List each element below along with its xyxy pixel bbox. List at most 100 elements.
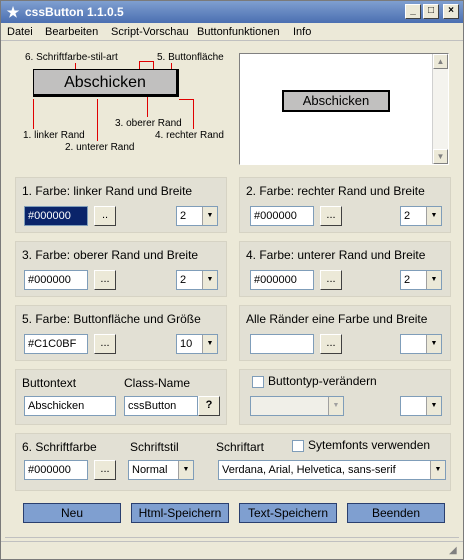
font-color-picker-button[interactable]: ... [94,460,116,480]
system-fonts-label: Sytemfonts verwenden [308,438,431,452]
select-value: 10 [180,338,193,350]
menu-bearbeiten[interactable]: Bearbeiten [45,26,98,38]
top-border-color-field[interactable]: #000000 [24,270,88,290]
pointer-line [147,97,148,117]
select-value: 2 [180,274,187,286]
panel-title: 5. Farbe: Buttonfläche und Größe [22,312,201,326]
panel-left-border: 1. Farbe: linker Rand und Breite #000000… [15,177,227,233]
top-border-color-picker-button[interactable]: ... [94,270,116,290]
new-button[interactable]: Neu [23,503,121,523]
select-value: Verdana, Arial, Helvetica, sans-serif [222,464,396,476]
maximize-button[interactable]: □ [423,4,439,19]
label-right-border: 4. rechter Rand [155,130,224,141]
status-bar: ◢ [1,541,463,559]
chevron-down-icon[interactable]: ▼ [430,461,445,479]
font-color-title: 6. Schriftfarbe [22,440,97,454]
bottom-border-color-field[interactable]: #000000 [250,270,314,290]
chevron-down-icon[interactable]: ▼ [202,207,217,225]
menu-bar: Datei Bearbeiten Script-Vorschau Buttonf… [1,23,463,41]
label-bottom-border: 2. unterer Rand [65,142,135,153]
close-button[interactable]: × [443,4,459,19]
divider [5,537,459,538]
font-family-title: Schriftart [216,440,265,454]
star-icon: ★ [6,4,20,20]
panel-font: 6. Schriftfarbe Schriftstil Schriftart S… [15,433,451,491]
label-button-face: 5. Buttonfläche [157,52,224,63]
bottom-border-width-select[interactable]: 2 ▼ [400,270,442,290]
left-border-color-field[interactable]: #000000 [24,206,88,226]
menu-buttonfunktionen[interactable]: Buttonfunktionen [197,26,280,38]
panel-title: Alle Ränder eine Farbe und Breite [246,312,428,326]
preview-area: Abschicken ▲ ▼ [239,53,449,165]
panel-top-border: 3. Farbe: oberer Rand und Breite #000000… [15,241,227,297]
label-left-border: 1. linker Rand [23,130,85,141]
quit-button[interactable]: Beenden [347,503,445,523]
top-border-width-select[interactable]: 2 ▼ [176,270,218,290]
font-color-field[interactable]: #000000 [24,460,88,480]
right-border-color-picker-button[interactable]: ... [320,206,342,226]
class-name-title: Class-Name [124,376,191,390]
button-text-title: Buttontext [22,376,77,390]
bottom-border-color-picker-button[interactable]: ... [320,270,342,290]
right-border-color-field[interactable]: #000000 [250,206,314,226]
panel-title: 3. Farbe: oberer Rand und Breite [22,248,199,262]
menu-script-vorschau[interactable]: Script-Vorschau [111,26,189,38]
type-select[interactable]: ▼ [250,396,344,416]
panel-text-class: Buttontext Class-Name Abschicken cssButt… [15,369,227,425]
font-family-select[interactable]: Verdana, Arial, Helvetica, sans-serif ▼ [218,460,446,480]
face-color-field[interactable]: #C1C0BF [24,334,88,354]
window-title: cssButton 1.1.0.5 [25,5,124,19]
chevron-down-icon[interactable]: ▼ [426,335,441,353]
type-change-checkbox[interactable] [252,376,264,388]
select-value: 2 [180,210,187,222]
select-value: Normal [132,464,168,476]
pointer-line [139,61,140,69]
panel-face: 5. Farbe: Buttonfläche und Größe #C1C0BF… [15,305,227,361]
label-top-border: 3. oberer Rand [115,118,182,129]
scroll-down-icon[interactable]: ▼ [433,149,448,164]
left-border-width-select[interactable]: 2 ▼ [176,206,218,226]
panel-title: 4. Farbe: unterer Rand und Breite [246,248,426,262]
preview-scrollbar[interactable]: ▲ ▼ [432,54,448,164]
resize-grip-icon[interactable]: ◢ [449,545,461,557]
pointer-line [179,99,193,100]
preview-button[interactable]: Abschicken [282,90,390,112]
type-width-select[interactable]: ▼ [400,396,442,416]
right-border-width-select[interactable]: 2 ▼ [400,206,442,226]
app-window: ★ cssButton 1.1.0.5 _ □ × Datei Bearbeit… [0,0,464,560]
face-size-select[interactable]: 10 ▼ [176,334,218,354]
system-fonts-checkbox[interactable] [292,440,304,452]
demo-button: Abschicken [33,69,179,97]
title-bar[interactable]: ★ cssButton 1.1.0.5 _ □ × [1,1,463,23]
pointer-line [97,99,98,141]
menu-datei[interactable]: Datei [7,26,33,38]
pointer-line [193,99,194,129]
button-text-field[interactable]: Abschicken [24,396,116,416]
chevron-down-icon[interactable]: ▼ [178,461,193,479]
menu-info[interactable]: Info [293,26,311,38]
label-font-color: 6. Schriftfarbe-stil-art [25,52,118,63]
chevron-down-icon[interactable]: ▼ [426,271,441,289]
scroll-up-icon[interactable]: ▲ [433,54,448,69]
html-save-button[interactable]: Html-Speichern [131,503,229,523]
font-style-select[interactable]: Normal ▼ [128,460,194,480]
minimize-button[interactable]: _ [405,4,421,19]
class-name-field[interactable]: cssButton [124,396,198,416]
chevron-down-icon[interactable]: ▼ [202,271,217,289]
chevron-down-icon[interactable]: ▼ [202,335,217,353]
chevron-down-icon[interactable]: ▼ [328,397,343,415]
all-borders-width-select[interactable]: ▼ [400,334,442,354]
face-color-picker-button[interactable]: ... [94,334,116,354]
select-value: 2 [404,274,411,286]
panel-bottom-border: 4. Farbe: unterer Rand und Breite #00000… [239,241,451,297]
text-save-button[interactable]: Text-Speichern [239,503,337,523]
left-border-color-picker-button[interactable]: .. [94,206,116,226]
help-button[interactable]: ? [198,396,220,416]
chevron-down-icon[interactable]: ▼ [426,397,441,415]
panel-title: 2. Farbe: rechter Rand und Breite [246,184,425,198]
pointer-line [153,61,154,69]
all-borders-color-picker-button[interactable]: ... [320,334,342,354]
panel-all-borders: Alle Ränder eine Farbe und Breite ... ▼ [239,305,451,361]
all-borders-color-field[interactable] [250,334,314,354]
chevron-down-icon[interactable]: ▼ [426,207,441,225]
